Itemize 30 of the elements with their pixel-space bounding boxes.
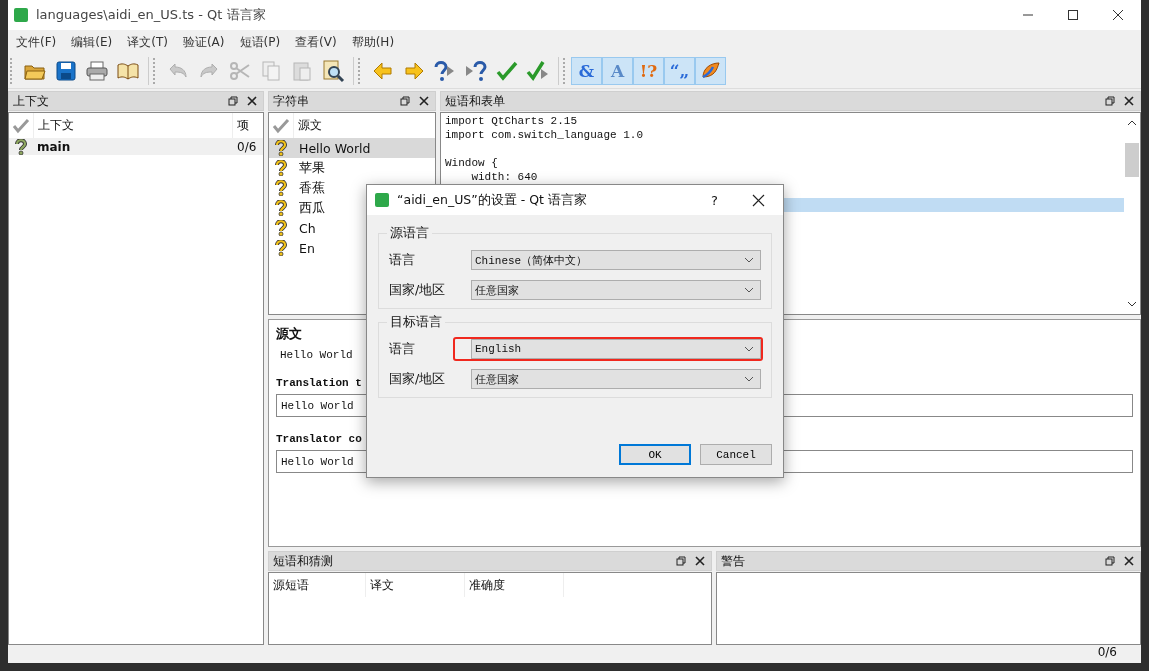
source-text: Ch [298, 220, 316, 236]
context-name: main [36, 139, 72, 154]
dock-title: 字符串 [273, 92, 309, 110]
field-label: 国家/地区 [389, 370, 447, 388]
source-label: 源文 [276, 326, 302, 343]
code-line: Window { [445, 157, 498, 169]
field-label: 语言 [389, 251, 416, 269]
field-label: Translation t [276, 377, 362, 389]
dock-title: 警告 [721, 552, 745, 570]
source-text: En [298, 240, 315, 256]
group-title: 目标语言 [387, 314, 445, 331]
item-count: 0/6 [237, 139, 258, 154]
field-label: Translator co [276, 433, 362, 445]
source-text: Hello World [280, 349, 353, 361]
status-count: 0/6 [1097, 644, 1117, 659]
code-line: import QtCharts 2.15 [445, 115, 578, 127]
code-line: width: 640 [470, 171, 538, 183]
dialog-title: “aidi_en_US”的设置 - Qt 语言家 [397, 191, 587, 209]
source-text: Hello World [298, 140, 371, 156]
group-title: 源语言 [387, 225, 432, 242]
window-title: languages\aidi_en_US.ts - Qt 语言家 [36, 6, 266, 24]
dock-title: 短语和表单 [445, 92, 505, 110]
dock-title: 短语和猜测 [273, 552, 333, 570]
source-text: 苹果 [298, 159, 325, 177]
dock-title: 上下文 [13, 92, 49, 110]
source-text: 香蕉 [298, 179, 325, 197]
code-line: import com.switch_language 1.0 [445, 129, 644, 141]
field-label: 语言 [389, 340, 416, 358]
field-label: 国家/地区 [389, 281, 447, 299]
source-text: 西瓜 [298, 199, 325, 217]
